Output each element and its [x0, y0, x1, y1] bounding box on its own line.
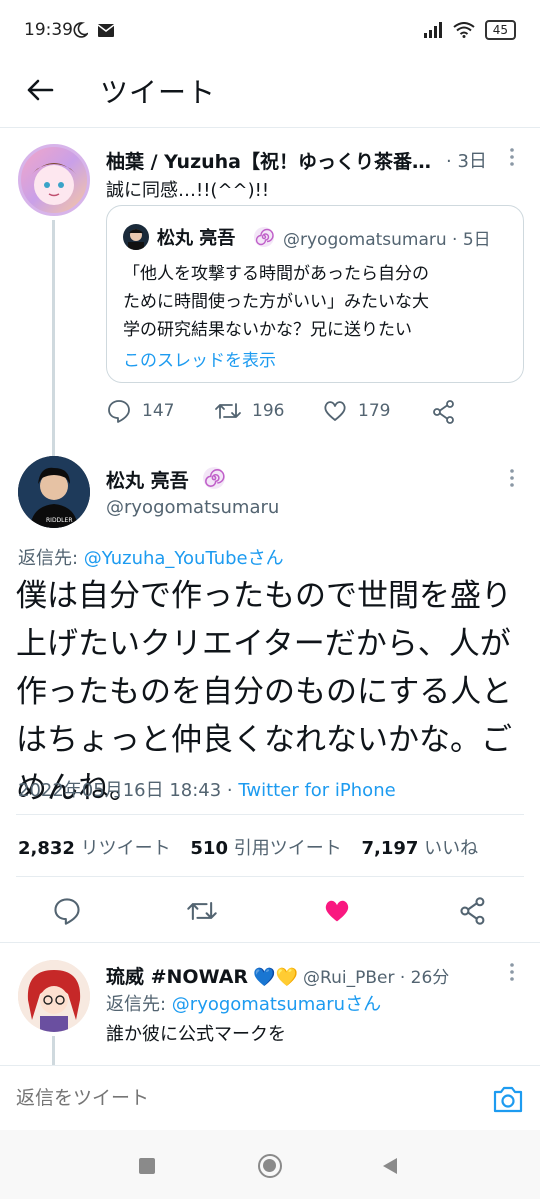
retweet-icon[interactable]	[186, 896, 218, 926]
reply-input[interactable]	[16, 1080, 456, 1116]
divider	[16, 814, 524, 815]
reply-action[interactable]: 147	[106, 398, 174, 424]
mail-icon	[98, 24, 114, 37]
system-nav-bar	[0, 1130, 540, 1199]
share-icon[interactable]	[458, 896, 488, 926]
retweet-icon[interactable]	[214, 398, 242, 424]
divider	[0, 942, 540, 943]
status-time: 19:39	[24, 20, 73, 40]
main-display-name[interactable]: 松丸 亮吾	[106, 466, 189, 493]
avatar-ryogo[interactable]: RIDDLER	[18, 456, 90, 528]
quotes-number[interactable]: 510	[190, 838, 228, 859]
parent-display-name[interactable]: 柚葉 / Yuzuha【祝！ゆっくり茶番…	[106, 147, 431, 174]
reply-header: 琉威 #NOWAR 💙💛 @Rui_PBer · 26分	[106, 962, 449, 989]
avatar-yuzuha[interactable]	[18, 144, 90, 216]
quoted-tweet[interactable]: 松丸 亮吾 @ryogomatsumaru · 5日 「他人を攻撃する時間があっ…	[106, 205, 524, 383]
retweets-number[interactable]: 2,832	[18, 838, 75, 859]
reply-handle-time: @Rui_PBer · 26分	[303, 968, 450, 988]
avatar-illustration: RIDDLER	[18, 456, 90, 528]
reply-count: 147	[142, 401, 175, 421]
status-bar: 19:39 45	[0, 0, 540, 62]
main-tweet-line: 僕は自分で作ったもので世間を盛り	[16, 578, 512, 614]
reply-to-handle[interactable]: @ryogomatsumaruさん	[172, 994, 381, 1015]
spiral-badge-icon	[203, 467, 225, 489]
likes-label[interactable]: いいね	[424, 838, 478, 859]
heart-filled-icon[interactable]	[322, 896, 352, 926]
avatar-shirt-print: RIDDLER	[46, 517, 72, 524]
more-options-icon[interactable]	[507, 962, 517, 982]
main-tweet-line: はちょっと仲良くなれないかな。ご	[16, 722, 512, 758]
likes-number[interactable]: 7,197	[361, 838, 418, 859]
retweets-label[interactable]: リツイート	[81, 838, 171, 859]
thread-line	[52, 220, 55, 465]
more-options-icon[interactable]	[507, 147, 517, 167]
avatar-illustration	[18, 960, 90, 1032]
reply-to-line: 返信先: @Yuzuha_YouTubeさん	[18, 544, 284, 570]
show-thread-link[interactable]: このスレッドを表示	[123, 346, 276, 371]
status-icons: 45	[423, 20, 516, 40]
wifi-icon	[453, 22, 475, 38]
reply-to-line: 返信先: @ryogomatsumaruさん	[106, 990, 381, 1016]
reply-display-name[interactable]: 琉威 #NOWAR	[106, 966, 248, 988]
back-button-icon[interactable]	[381, 1156, 399, 1176]
tweet-timestamp: 2022年05月16日 18:43 ·	[18, 780, 239, 801]
heart-icon[interactable]	[322, 398, 348, 424]
quote-line: 「他人を攻撃する時間があったら自分の	[123, 264, 429, 284]
share-icon[interactable]	[431, 399, 457, 425]
reply-icon[interactable]	[106, 398, 132, 424]
battery-indicator: 45	[484, 20, 516, 40]
page-title: ツイート	[100, 76, 217, 109]
reply-compose-bar	[0, 1065, 540, 1129]
quote-line: ために時間使った方がいい」みたいな大	[123, 292, 429, 312]
parent-tweet-text: 誠に同感…!!(^^)!!	[106, 180, 270, 201]
thread-line	[52, 1036, 55, 1066]
more-options-icon[interactable]	[507, 468, 517, 488]
home-dot	[263, 1159, 276, 1172]
camera-icon[interactable]	[492, 1084, 524, 1114]
quotes-label[interactable]: 引用ツイート	[234, 838, 342, 859]
like-action[interactable]: 179	[322, 398, 390, 424]
tweet-source[interactable]: Twitter for iPhone	[238, 780, 395, 801]
avatar-rui[interactable]	[18, 960, 90, 1032]
main-tweet-line: 上げたいクリエイターだから、人が	[16, 626, 511, 662]
reply-tweet-text: 誰か彼に公式マークを	[106, 1024, 286, 1045]
app-header: ツイート	[0, 62, 540, 128]
quote-handle-time: @ryogomatsumaru · 5日	[283, 230, 491, 250]
quote-avatar	[123, 224, 149, 250]
reply-to-prefix: 返信先:	[106, 994, 172, 1015]
reply-to-prefix: 返信先:	[18, 548, 84, 569]
reply-to-handle[interactable]: @Yuzuha_YouTubeさん	[84, 548, 284, 569]
retweet-action[interactable]: 196	[214, 398, 284, 424]
signal-icon	[423, 22, 442, 38]
avatar-illustration	[31, 163, 77, 205]
reply-hearts: 💙💛	[253, 967, 298, 988]
main-tweet-line: 作ったものを自分のものにする人と	[16, 674, 513, 710]
back-arrow-icon[interactable]	[22, 72, 58, 108]
parent-time: · 3日	[446, 151, 487, 172]
tweet-timestamp-line: 2022年05月16日 18:43 · Twitter for iPhone	[18, 776, 396, 802]
quote-display-name: 松丸 亮吾	[157, 228, 236, 249]
quote-avatar-illustration	[128, 229, 144, 250]
reply-icon[interactable]	[52, 896, 82, 926]
like-count: 179	[358, 401, 391, 421]
spiral-badge-icon	[254, 227, 274, 247]
moon-icon	[73, 22, 88, 38]
quote-line: 学の研究結果ないかな？兄に送りたい	[123, 320, 412, 340]
divider	[16, 876, 524, 877]
recents-button[interactable]	[139, 1158, 155, 1174]
home-button[interactable]	[258, 1154, 282, 1178]
quote-text: 「他人を攻撃する時間があったら自分の ために時間使った方がいい」みたいな大 学の…	[123, 260, 429, 344]
main-handle[interactable]: @ryogomatsumaru	[106, 497, 279, 518]
retweet-count: 196	[252, 401, 285, 421]
engagement-counts: 2,832 リツイート 510 引用ツイート 7,197 いいね	[18, 834, 478, 860]
